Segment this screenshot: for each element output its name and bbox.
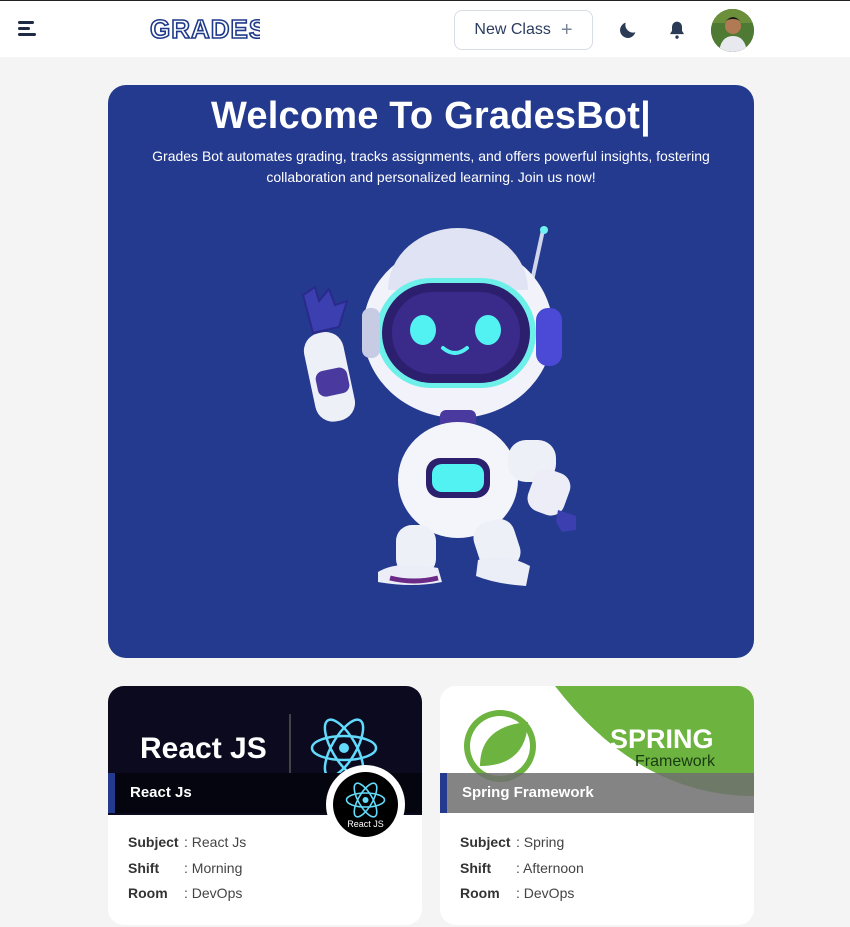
react-class-badge: React JS bbox=[326, 765, 405, 844]
room-value: : DevOps bbox=[184, 885, 243, 901]
subject-value: : React Js bbox=[184, 834, 247, 850]
title-accent bbox=[440, 773, 447, 813]
room-value: : DevOps bbox=[516, 885, 575, 901]
shift-value: : Morning bbox=[184, 859, 243, 876]
menu-icon[interactable] bbox=[18, 19, 40, 39]
notification-bell-icon[interactable] bbox=[667, 19, 687, 41]
dark-mode-moon-icon[interactable] bbox=[617, 19, 639, 41]
react-badge-text: React JS bbox=[347, 819, 384, 829]
room-label: Room bbox=[460, 885, 500, 901]
class-title: React Js bbox=[130, 784, 192, 801]
grades-logo[interactable]: GRADES bbox=[150, 15, 260, 43]
new-class-label: New Class bbox=[474, 21, 551, 38]
welcome-hero: Welcome To GradesBot| Grades Bot automat… bbox=[108, 85, 754, 658]
subject-label: Subject bbox=[128, 834, 179, 850]
subject-label: Subject bbox=[460, 834, 511, 850]
shift-label: Shift bbox=[128, 859, 160, 876]
title-accent bbox=[108, 773, 115, 813]
class-card-spring[interactable]: SPRING Framework Spring Framework Subjec… bbox=[440, 686, 754, 925]
class-title: Spring Framework bbox=[462, 784, 594, 801]
hero-description: Grades Bot automates grading, tracks ass… bbox=[152, 148, 710, 185]
new-class-button[interactable]: New Class + bbox=[454, 10, 593, 50]
subject-value: : Spring bbox=[516, 834, 565, 850]
shift-value: : Afternoon bbox=[516, 859, 584, 876]
user-avatar[interactable] bbox=[711, 9, 754, 52]
spring-banner-subtext: Framework bbox=[635, 753, 716, 770]
spring-banner-text: SPRING bbox=[610, 724, 714, 754]
plus-icon: + bbox=[560, 19, 573, 41]
spring-title-bar: Spring Framework bbox=[440, 773, 754, 813]
react-banner-text: React JS bbox=[140, 732, 267, 765]
shift-label: Shift bbox=[460, 859, 492, 876]
react-badge-icon bbox=[345, 782, 386, 818]
class-card-react[interactable]: React JS React Js React JS Subject: Rea… bbox=[108, 686, 422, 925]
logo-text: GRADES bbox=[150, 15, 260, 43]
robot-illustration bbox=[301, 226, 576, 586]
hero-title: Welcome To GradesBot| bbox=[211, 95, 651, 137]
top-bar: GRADES New Class + bbox=[0, 0, 850, 57]
room-label: Room bbox=[128, 885, 168, 901]
